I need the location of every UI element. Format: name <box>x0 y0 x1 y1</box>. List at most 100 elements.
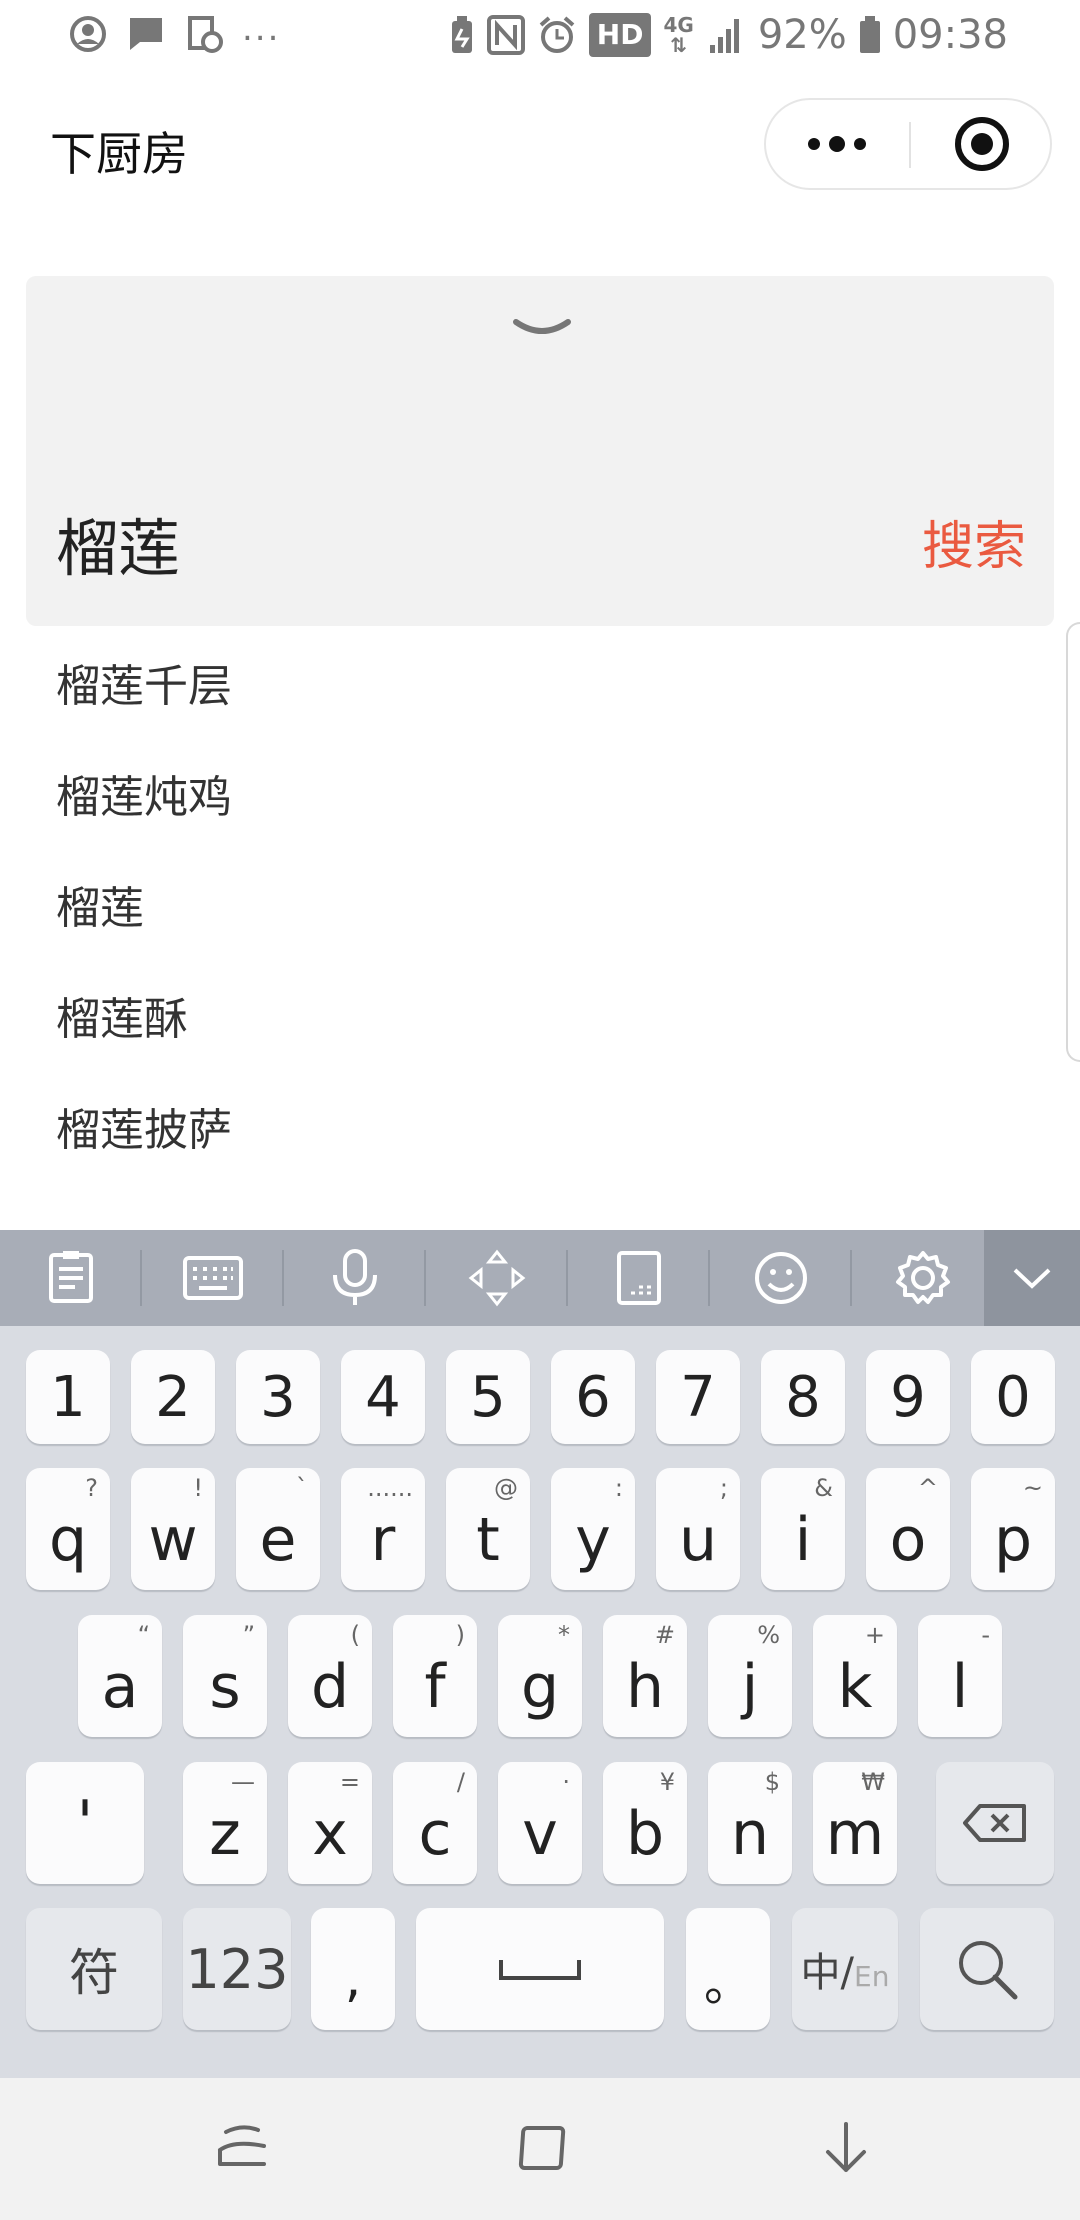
key-label: 符 <box>69 1944 119 2002</box>
key-label: s <box>209 1652 241 1722</box>
key-w[interactable]: ! w <box>131 1468 215 1590</box>
language-switch-key[interactable]: 中/En <box>792 1908 898 2030</box>
one-hand-icon[interactable] <box>568 1230 710 1326</box>
key-g[interactable]: * g <box>498 1615 582 1737</box>
key-y[interactable]: :y <box>551 1468 635 1590</box>
key-label: y <box>575 1505 611 1575</box>
key-n[interactable]: $ n <box>708 1762 792 1884</box>
keyboard-icon[interactable] <box>142 1230 284 1326</box>
key-9[interactable]: 9 <box>866 1350 950 1444</box>
key-7[interactable]: 7 <box>656 1350 740 1444</box>
key-label: 2 <box>155 1364 191 1430</box>
key-label: e <box>259 1505 297 1575</box>
key-3[interactable]: 3 <box>236 1350 320 1444</box>
suggestion-item[interactable]: 榴莲酥 <box>0 959 1080 1070</box>
key-label: z <box>209 1799 241 1869</box>
lang-sub: En <box>854 1960 890 1993</box>
key-k[interactable]: + k <box>813 1615 897 1737</box>
key-hint: = <box>339 1768 360 1796</box>
key-label: 。 <box>703 1956 752 2012</box>
search-key[interactable] <box>920 1908 1054 2030</box>
microphone-icon[interactable] <box>284 1230 426 1326</box>
capsule-divider <box>909 122 911 168</box>
more-dots-icon[interactable] <box>766 100 908 188</box>
key-label: q <box>48 1505 88 1575</box>
search-button[interactable]: 搜索 <box>922 504 1026 579</box>
period-key[interactable]: 。 <box>686 1908 770 2030</box>
key-hint: ₩ <box>861 1768 885 1796</box>
symbols-key[interactable]: 符 <box>26 1908 162 2030</box>
recent-apps-icon[interactable] <box>192 2098 292 2198</box>
key-b[interactable]: ¥ b <box>603 1762 687 1884</box>
suggestion-item[interactable]: 榴莲 <box>0 848 1080 959</box>
edge-panel-handle[interactable] <box>1066 622 1080 1062</box>
suggestion-item[interactable]: 榴莲披萨 <box>0 1070 1080 1181</box>
key-x[interactable]: = x <box>288 1762 372 1884</box>
key-o[interactable]: ^ o <box>866 1468 950 1590</box>
suggestion-item[interactable]: 榴莲千层 <box>0 626 1080 737</box>
hide-keyboard-icon[interactable] <box>984 1230 1080 1326</box>
key-e[interactable]: ` e <box>236 1468 320 1590</box>
clipboard-icon[interactable] <box>0 1230 142 1326</box>
chevron-down-icon[interactable] <box>510 314 574 344</box>
key-5[interactable]: 5 <box>446 1350 530 1444</box>
key-label: g <box>520 1652 560 1722</box>
target-close-icon[interactable] <box>912 100 1052 188</box>
key-hint: $ <box>764 1768 780 1796</box>
key-label: t <box>476 1505 500 1575</box>
key-j[interactable]: % j <box>708 1615 792 1737</box>
suggestion-item[interactable]: 榴莲炖鸡 <box>0 737 1080 848</box>
key-label: , <box>344 1949 362 2009</box>
hd-badge: HD <box>588 13 652 57</box>
key-1[interactable]: 1 <box>26 1350 110 1444</box>
key-hint: * <box>558 1621 570 1649</box>
key-0[interactable]: 0 <box>971 1350 1055 1444</box>
key-c[interactable]: / c <box>393 1762 477 1884</box>
key-hint: % <box>757 1621 780 1649</box>
emoji-icon[interactable] <box>710 1230 852 1326</box>
key-m[interactable]: ₩ m <box>813 1762 897 1884</box>
key-hint: & <box>814 1474 833 1502</box>
numeric-key[interactable]: 123 <box>183 1908 291 2030</box>
key-i[interactable]: & i <box>761 1468 845 1590</box>
key-label: 7 <box>680 1364 716 1430</box>
key-hint: / <box>456 1768 465 1796</box>
key-r[interactable]: ...... r <box>341 1468 425 1590</box>
key-4[interactable]: 4 <box>341 1350 425 1444</box>
key-d[interactable]: (d <box>288 1615 372 1737</box>
key-q[interactable]: ? q <box>26 1468 110 1590</box>
search-input[interactable]: 榴莲 <box>56 498 180 588</box>
key-8[interactable]: 8 <box>761 1350 845 1444</box>
key-6[interactable]: 6 <box>551 1350 635 1444</box>
backspace-icon <box>963 1804 1026 1842</box>
settings-icon[interactable] <box>852 1230 994 1326</box>
backspace-key[interactable] <box>936 1762 1054 1884</box>
comma-key[interactable]: , <box>311 1908 395 2030</box>
key-2[interactable]: 2 <box>131 1350 215 1444</box>
key-hint: ( <box>350 1621 360 1649</box>
key-l[interactable]: -l <box>918 1615 1002 1737</box>
key-hint: “ <box>137 1621 150 1649</box>
account-circle-icon <box>68 14 108 54</box>
key-label: 0 <box>995 1364 1031 1430</box>
key-v[interactable]: · v <box>498 1762 582 1884</box>
space-key[interactable] <box>416 1908 664 2030</box>
key-label: u <box>678 1505 718 1575</box>
key-a[interactable]: “a <box>78 1615 162 1737</box>
home-icon[interactable] <box>494 2098 594 2198</box>
key-label: 9 <box>890 1364 926 1430</box>
key-p[interactable]: ~ p <box>971 1468 1055 1590</box>
key-u[interactable]: ; u <box>656 1468 740 1590</box>
back-icon[interactable] <box>796 2098 896 2198</box>
key-label: 4 <box>365 1364 401 1430</box>
key-f[interactable]: ) f <box>393 1615 477 1737</box>
key-apostrophe[interactable]: ' <box>26 1762 144 1884</box>
key-s[interactable]: ” s <box>183 1615 267 1737</box>
key-h[interactable]: # h <box>603 1615 687 1737</box>
key-hint: ` <box>296 1474 308 1502</box>
battery-percent: 92% <box>757 12 847 58</box>
key-z[interactable]: — z <box>183 1762 267 1884</box>
key-label: l <box>951 1652 969 1722</box>
key-t[interactable]: @ t <box>446 1468 530 1590</box>
move-cursor-icon[interactable] <box>426 1230 568 1326</box>
